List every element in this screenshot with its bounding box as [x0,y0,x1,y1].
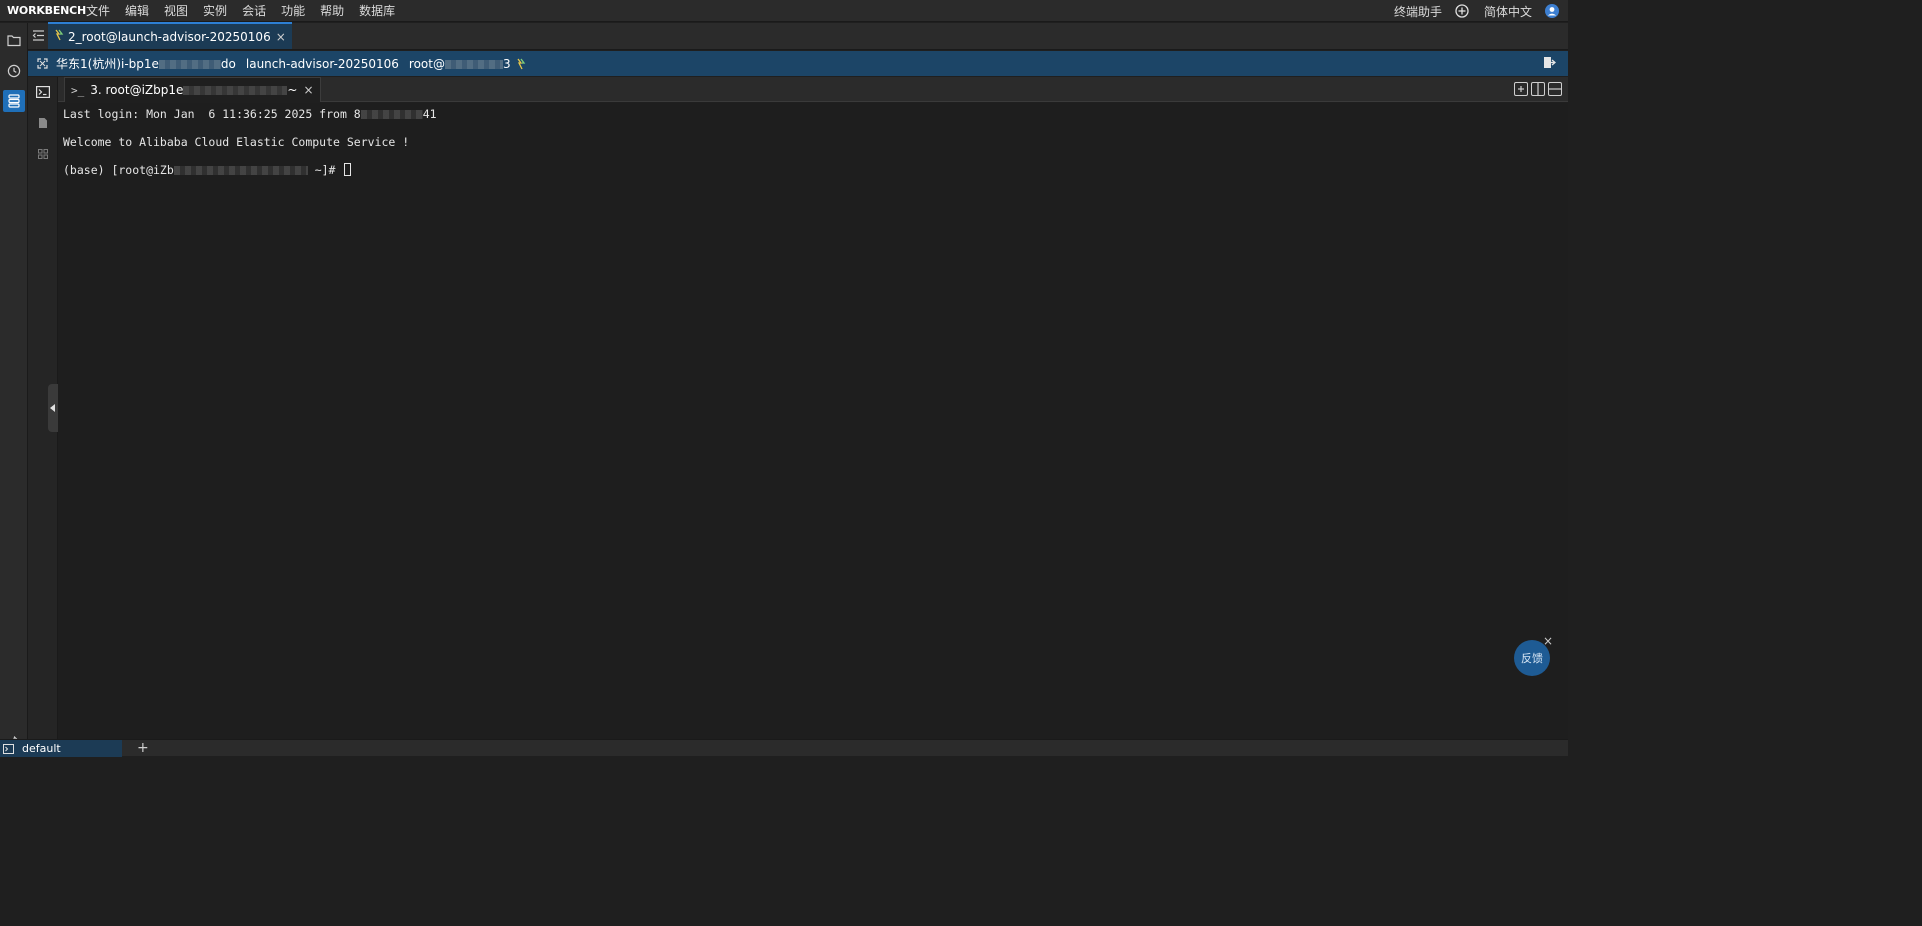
shell-prompt-prefix: (base) [root@iZb [63,163,174,177]
terminal-line-last-login: Last login: Mon Jan 6 11:36:25 2025 from… [63,107,437,121]
close-session-tab-icon[interactable]: × [276,30,286,44]
terminal-tab-label-prefix: 3. root@iZbp1e [90,83,184,97]
terminal-icon [3,743,14,754]
activity-bar [0,23,28,749]
collapse-panel-handle[interactable] [48,384,58,432]
terminal-tab-strip: >_ 3. root@iZbp1e ~ × [58,77,1568,102]
split-vertical-icon[interactable] [1531,82,1545,96]
login-user-prefix: root@ [408,56,445,71]
menu-session[interactable]: 会话 [242,2,266,19]
last-login-ip-suffix: 41 [422,107,437,121]
instance-id-suffix: do [220,57,236,71]
menu-edit[interactable]: 编辑 [125,2,149,19]
bottom-tab-label: default [22,742,61,755]
folder-icon[interactable] [3,29,25,51]
terminal-tab[interactable]: >_ 3. root@iZbp1e ~ × [64,77,321,102]
layout-controls [1514,82,1562,96]
plus-circle-icon[interactable] [1454,3,1470,19]
session-tab[interactable]: 2_root@launch-advisor-20250106 × [48,22,292,49]
bottom-session-tab[interactable]: default [0,740,122,757]
terminal-tab-label-suffix: ~ [287,83,298,97]
new-pane-icon[interactable] [1514,82,1528,96]
history-icon[interactable] [3,60,25,82]
terminal-tab-label: 3. root@iZbp1e ~ [90,83,297,97]
database-list-icon[interactable] [3,90,25,112]
login-ip-suffix: 3 [502,56,511,71]
redacted-hostname [183,86,288,95]
collapse-sidebar-icon[interactable] [28,22,48,49]
user-avatar-icon[interactable] [1544,3,1560,19]
terminal-cursor [344,163,352,176]
session-tab-label: 2_root@launch-advisor-20250106 [68,29,271,44]
language-selector[interactable]: 简体中文 [1484,3,1532,20]
terminal-line-prompt: (base) [root@iZb ~]# [63,163,352,177]
redacted-instance-id [158,60,221,69]
close-feedback-icon[interactable]: × [1543,634,1553,648]
fullscreen-icon[interactable] [28,58,56,69]
menu-view[interactable]: 视图 [164,2,188,19]
bottom-bar: default + [0,739,1568,757]
redacted-ip-address [360,110,423,119]
menu-bar-right: 终端助手 简体中文 [1394,0,1568,22]
instance-region-id: 华东1(杭州)i-bp1e do [56,55,236,72]
menu-file[interactable]: 文件 [86,2,110,19]
menu-instance[interactable]: 实例 [203,2,227,19]
connection-status-icon [517,58,526,69]
terminal-line-welcome: Welcome to Alibaba Cloud Elastic Compute… [63,135,410,149]
terminal-output[interactable]: Last login: Mon Jan 6 11:36:25 2025 from… [58,103,1568,739]
close-terminal-tab-icon[interactable]: × [303,83,313,97]
shell-prompt-suffix: ~]# [307,163,343,177]
chevron-left-icon [50,404,55,412]
session-tab-strip: 2_root@launch-advisor-20250106 × [28,22,1568,50]
exit-session-icon[interactable] [1543,56,1557,72]
terminal-prompt-icon: >_ [71,83,85,97]
last-login-text: Last login: Mon Jan 6 11:36:25 2025 from… [63,107,361,121]
connection-status-icon [54,29,64,44]
split-horizontal-icon[interactable] [1548,82,1562,96]
menu-database[interactable]: 数据库 [359,2,395,19]
menu-bar: WORKBENCH 文件 编辑 视图 实例 会话 功能 帮助 数据库 终端助手 … [0,0,1568,22]
file-icon[interactable] [35,115,51,131]
instance-info-bar: 华东1(杭州)i-bp1e do launch-advisor-20250106 … [28,51,1568,76]
app-brand: WORKBENCH [7,4,87,17]
grid-apps-icon[interactable] [35,146,51,162]
instance-login-user: root@ 3 [409,57,527,71]
menu-functions[interactable]: 功能 [281,2,305,19]
instance-id-prefix: 华东1(杭州)i-bp1e [56,57,159,71]
terminal-assistant-button[interactable]: 终端助手 [1394,3,1442,20]
terminal-icon[interactable] [35,84,51,100]
instance-name: launch-advisor-20250106 [245,56,399,71]
redacted-ip-address [444,59,503,69]
add-tab-button[interactable]: + [137,740,149,756]
redacted-hostname [173,166,308,175]
menu-help[interactable]: 帮助 [320,2,344,19]
